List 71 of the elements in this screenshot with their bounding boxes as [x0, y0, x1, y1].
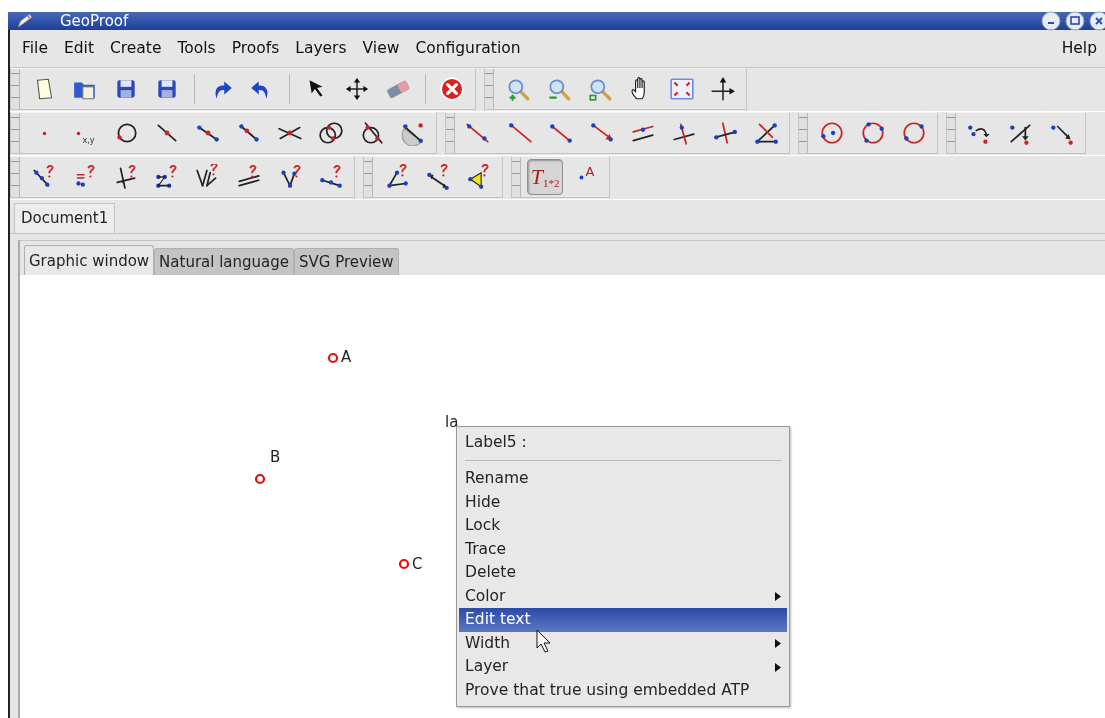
menu-item[interactable]: Create: [101, 36, 170, 61]
toolbar-button[interactable]: x,y: [67, 115, 103, 151]
distance-question-icon: [425, 164, 451, 190]
toolbar-button[interactable]: A: [568, 159, 604, 195]
delete-icon: [439, 76, 465, 102]
shaded-region-icon: [400, 120, 426, 146]
point-marker: [398, 558, 410, 570]
view-tab[interactable]: SVG Preview: [294, 247, 399, 275]
perpendicular-bisector-icon: [712, 120, 738, 146]
toolbar-handle[interactable]: [364, 157, 373, 197]
menu-item[interactable]: File: [14, 36, 56, 61]
menu-item[interactable]: Delete: [459, 561, 787, 585]
axes-icon: [710, 76, 736, 102]
text-label: la: [445, 415, 459, 430]
menu-item[interactable]: Color: [459, 584, 787, 609]
triangle-question-icon: [466, 164, 492, 190]
toolbar-handle[interactable]: [485, 69, 494, 109]
mouse-cursor-icon: [536, 629, 552, 653]
toolbar-handle[interactable]: [11, 113, 20, 153]
point-marker: [254, 473, 266, 485]
point-label: B: [270, 450, 281, 465]
document-tab[interactable]: Document1: [14, 203, 116, 233]
circle-center-icon: [819, 120, 845, 146]
pencil-icon: [16, 12, 34, 30]
point-icon: [577, 173, 585, 181]
crossing-lines-question-icon: [113, 164, 139, 190]
menu-item[interactable]: Trace: [459, 537, 787, 562]
circle-icon: [901, 120, 927, 146]
menu-item[interactable]: Rename: [459, 467, 787, 491]
connected-points-question-icon: [154, 164, 180, 190]
menu-item[interactable]: Edit text: [459, 608, 787, 632]
menu-item[interactable]: Layers: [287, 36, 355, 61]
menu-item[interactable]: Edit: [55, 36, 102, 61]
toolbar-button[interactable]: T$_{1*2}$: [527, 159, 563, 195]
segment-question-icon: [318, 164, 344, 190]
point-icon: [75, 129, 83, 137]
angle-bisector-icon: [753, 120, 779, 146]
window-title: GeoProof: [60, 10, 129, 32]
minimize-button[interactable]: [1041, 11, 1061, 31]
toolbar-handle[interactable]: [11, 69, 20, 109]
menu-item[interactable]: View: [354, 36, 408, 61]
toolbar-handle[interactable]: [446, 113, 455, 153]
menu-item[interactable]: Configuration: [407, 36, 529, 61]
toolbar-handle[interactable]: [947, 113, 956, 153]
menu-title: Label5 :: [464, 432, 528, 453]
move-icon: [344, 76, 370, 102]
menu-item[interactable]: Help: [1053, 36, 1105, 61]
menu-item[interactable]: Layer: [459, 655, 787, 679]
toolbar-handle[interactable]: [799, 113, 808, 153]
menu-item[interactable]: Width: [459, 631, 787, 656]
menu-item[interactable]: Prove that true using embedded ATP: [459, 678, 787, 703]
circle-three-points-icon: [860, 120, 886, 146]
menu-item[interactable]: Hide: [459, 490, 787, 515]
point-label: C: [412, 557, 423, 572]
collinear-points-question-icon: [31, 164, 57, 190]
point-icon: [40, 129, 48, 137]
menu-item[interactable]: Proofs: [223, 36, 288, 61]
fit-window-icon: [669, 76, 695, 102]
circles-intersection-icon: [318, 120, 344, 146]
toolbar-handle[interactable]: [512, 157, 521, 197]
point-label: A: [341, 350, 352, 365]
angle-question-icon: [384, 164, 410, 190]
maximize-button[interactable]: [1065, 11, 1085, 31]
view-tab[interactable]: Graphic window: [24, 244, 155, 275]
close-button[interactable]: [1089, 11, 1105, 31]
perpendicular-lines-icon: [671, 120, 697, 146]
view-tab[interactable]: Natural language: [154, 247, 295, 275]
menu-item[interactable]: Tools: [169, 36, 224, 61]
menu-item[interactable]: Lock: [459, 514, 787, 538]
toolbar-handle[interactable]: [11, 157, 20, 197]
point-marker: [327, 352, 339, 364]
